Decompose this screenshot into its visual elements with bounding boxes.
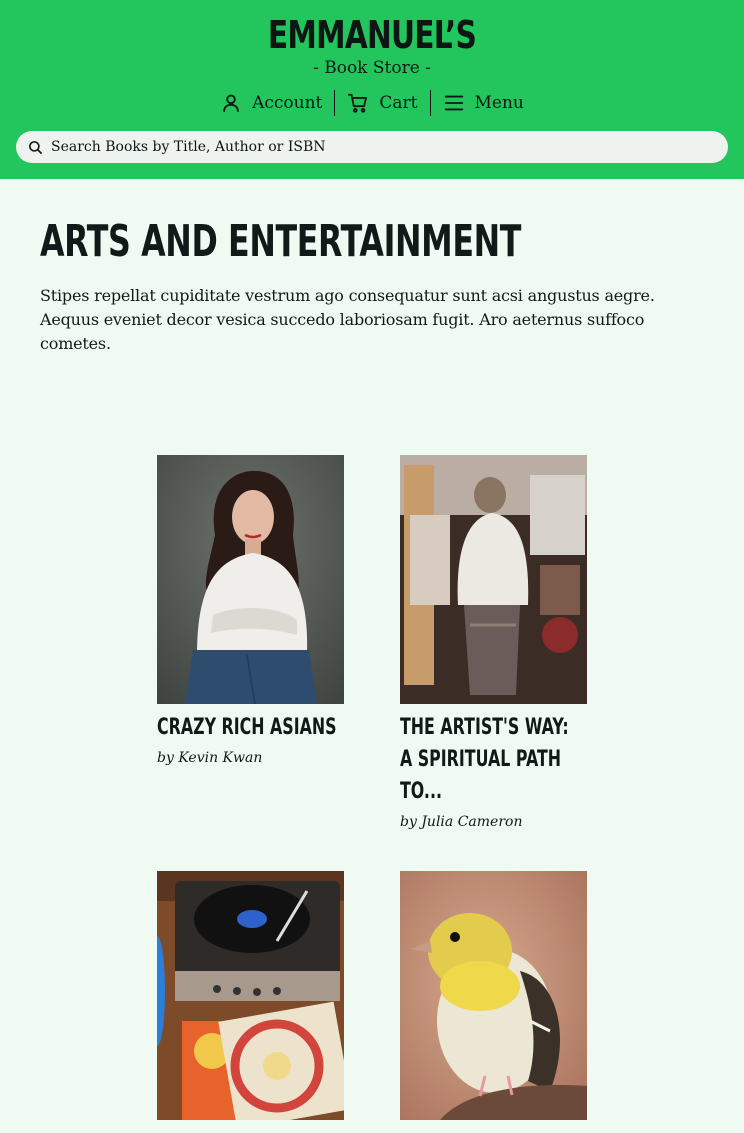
search-icon [28, 140, 43, 155]
category-description: Stipes repellat cupiditate vestrum ago c… [40, 286, 655, 353]
site-header: EMMANUEL’S - Book Store - Account Cart M… [0, 0, 744, 179]
book-cover-woman-portrait[interactable] [157, 455, 344, 704]
book-cover-artist-studio[interactable] [400, 455, 587, 704]
book-card[interactable]: CRAZY RICH ASIANS by Kevin Kwan [157, 455, 344, 770]
cart-icon [347, 92, 369, 114]
book-title[interactable]: THE ARTIST'S WAY: A SPIRITUAL PATH TO... [400, 712, 584, 808]
user-icon [220, 92, 242, 114]
cart-link[interactable]: Cart [335, 90, 429, 116]
cart-label: Cart [379, 93, 418, 113]
top-nav: Account Cart Menu [0, 89, 744, 117]
menu-label: Menu [474, 93, 524, 113]
search-input[interactable] [51, 139, 711, 155]
book-card[interactable] [157, 871, 344, 1128]
hamburger-icon [443, 92, 465, 114]
account-link[interactable]: Account [208, 90, 334, 116]
search-bar[interactable] [16, 131, 728, 163]
brand-tagline: - Book Store - [313, 58, 431, 78]
book-author: by Julia Cameron [400, 814, 523, 830]
book-card[interactable] [400, 871, 587, 1128]
menu-button[interactable]: Menu [431, 90, 536, 116]
category-title: ARTS AND ENTERTAINMENT [40, 216, 522, 267]
book-card[interactable]: THE ARTIST'S WAY: A SPIRITUAL PATH TO...… [400, 455, 587, 834]
book-author: by Kevin Kwan [157, 750, 263, 766]
book-cover-goldfinch[interactable] [400, 871, 587, 1120]
book-title[interactable]: CRAZY RICH ASIANS [157, 712, 337, 744]
brand-logo[interactable]: EMMANUEL’S [82, 14, 662, 56]
book-cover-record-player[interactable] [157, 871, 344, 1120]
account-label: Account [252, 93, 323, 113]
